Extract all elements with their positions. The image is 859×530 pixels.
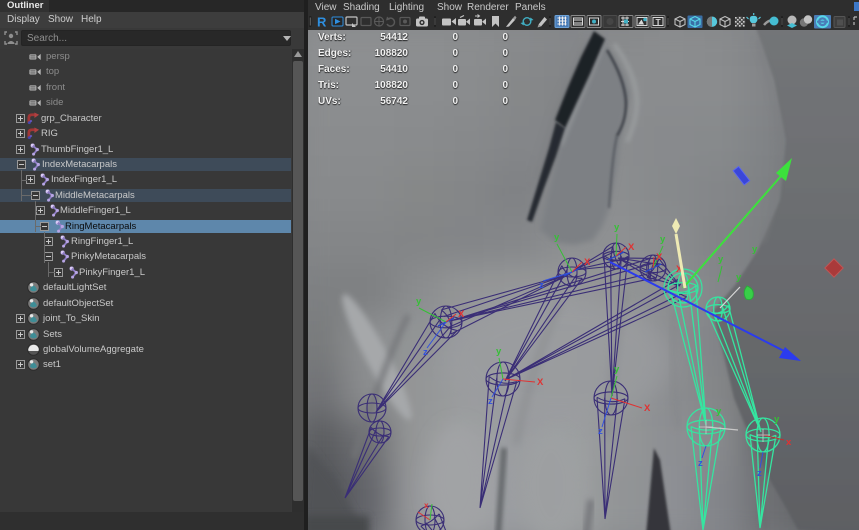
svg-text:X: X: [644, 403, 651, 414]
svg-text:z: z: [757, 468, 762, 479]
svg-text:X: X: [628, 242, 635, 253]
svg-text:y: y: [752, 244, 758, 255]
svg-text:y: y: [660, 234, 666, 245]
svg-text:y: y: [496, 346, 502, 357]
svg-text:X: X: [537, 377, 544, 388]
svg-text:y: y: [554, 232, 560, 243]
svg-text:x: x: [786, 437, 792, 448]
svg-text:z: z: [423, 347, 428, 358]
svg-text:z: z: [488, 396, 493, 407]
svg-text:x: x: [424, 501, 429, 510]
svg-text:z: z: [539, 280, 544, 291]
svg-text:y: y: [614, 222, 620, 233]
svg-text:R: R: [317, 15, 327, 30]
svg-text:z: z: [698, 458, 703, 469]
svg-text:y: y: [774, 414, 780, 425]
svg-text:y: y: [716, 406, 722, 417]
svg-text:z: z: [598, 426, 603, 437]
svg-text:X: X: [458, 309, 465, 320]
svg-text:X: X: [656, 252, 663, 263]
svg-text:X: X: [584, 257, 591, 268]
svg-text:T: T: [656, 17, 662, 27]
svg-text:y: y: [416, 296, 422, 307]
svg-text:y: y: [614, 364, 620, 375]
svg-text:y: y: [736, 272, 742, 283]
svg-text:y: y: [718, 254, 724, 265]
